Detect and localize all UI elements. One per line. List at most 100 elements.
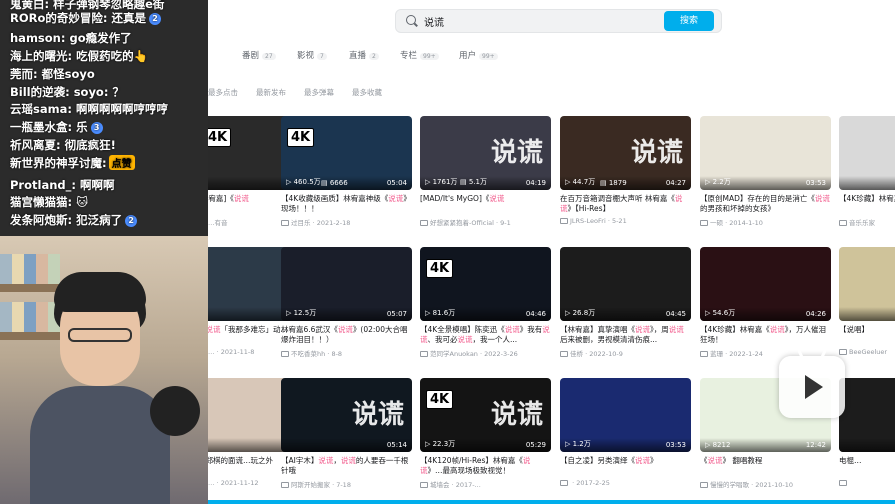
uploader-name[interactable]: 不吃香菜hh · 8-8 (291, 350, 342, 358)
tab-专栏[interactable]: 专栏 99+ (400, 49, 439, 61)
video-title[interactable]: 【林宥嘉】真挚演唱《说谎》，周说谎后来被删，男视模清清伤痕... (560, 325, 691, 345)
video-card[interactable]: 说谎 4K ▷ 22.3万 05:29 【4K120帧/Hi-Res】林宥嘉《说谎》…最… (420, 378, 551, 489)
video-thumbnail[interactable]: ▷ 54.6万 04:26 (700, 247, 831, 321)
video-thumbnail[interactable]: ▷ 12.5万 05:07 (281, 247, 412, 321)
chat-text: Protland_: 啊啊啊 (10, 178, 115, 192)
video-thumbnail[interactable] (839, 116, 895, 190)
video-card[interactable]: 说谎 ▷ 1761万 ▤ 5.1万 04:19 [MAD/It's MyGO]《说谎好想… (420, 116, 551, 227)
tab-影视[interactable]: 影视 7 (297, 49, 327, 61)
4k-badge: 4K (426, 390, 454, 409)
video-thumbnail[interactable]: 说谎 05:14 (281, 378, 412, 452)
video-stats (839, 307, 895, 321)
video-card[interactable]: 4K ▷ 81.6万 04:46 【4K全景模唱】陈奕迅《说谎》我有说谎、我可必说谎，… (420, 247, 551, 358)
video-title[interactable]: 【自之凌】另类演绎《说谎》 (560, 456, 691, 476)
video-thumbnail[interactable]: ▷ 2.2万 03:53 (700, 116, 831, 190)
video-thumbnail[interactable]: 4K ▷ 81.6万 04:46 (420, 247, 551, 321)
uploader-name[interactable]: 蓝珊 · 2022-1-24 (710, 350, 763, 358)
video-title[interactable]: 【原创MAD】存在的目的是消亡《说谎的男孩和坏掉的女孩》 (700, 194, 831, 214)
video-title[interactable]: 《说谎》 翻唱教程 (700, 456, 831, 476)
streamer (30, 266, 170, 504)
video-stats: ▷ 22.3万 05:29 (420, 438, 551, 452)
uploader-icon (560, 480, 568, 486)
uploader-name[interactable]: … · 2021-11-12 (208, 479, 258, 487)
title-keyword: 说谎 (457, 335, 473, 344)
sort-option[interactable]: 最多弹幕 (304, 87, 334, 98)
uploader-icon (700, 220, 708, 226)
uploader-name[interactable]: 范同学Anuokan · 2022-3-26 (430, 350, 518, 358)
video-card[interactable]: 说谎【说唱】 BeeGeeluer (839, 247, 895, 356)
video-title[interactable]: 电棍… (839, 456, 895, 476)
tab-用户[interactable]: 用户 99+ (459, 49, 498, 61)
video-title[interactable]: 林宥嘉6.6武汉《说谎》(02:00大合唱爆炸泪目！！） (281, 325, 412, 345)
tab-count: 99+ (420, 53, 439, 60)
uploader-name[interactable]: 音乐乐家 (849, 219, 875, 227)
video-card[interactable]: ▷ 12.5万 05:07 林宥嘉6.6武汉《说谎》(02:00大合唱爆炸泪目！！）… (281, 247, 412, 358)
uploader-name[interactable]: 阿斯开始搬家 · 7-18 (291, 481, 351, 489)
uploader-name[interactable]: 城墙会 · 2017-... (430, 481, 481, 489)
uploader-name[interactable]: 佳桥 · 2022-10-9 (570, 350, 623, 358)
chat-message: Protland_: 啊啊啊 (10, 177, 114, 193)
bilibili-tv-logo (779, 356, 845, 418)
video-title[interactable]: 【4K120帧/Hi-Res】林宥嘉《说谎》…最高现场极致视觉！ (420, 456, 551, 476)
uploader-icon (420, 351, 428, 357)
video-card[interactable]: 电棍… (839, 378, 895, 487)
thumbnail-title-art: 说谎 (490, 138, 543, 168)
tab-直播[interactable]: 直播 2 (349, 49, 379, 61)
title-text: 【4K全景模唱】陈奕迅《 (420, 325, 505, 334)
title-text: 》 翻唱教程 (722, 456, 763, 465)
video-title[interactable]: 【4K全景模唱】陈奕迅《说谎》我有说谎、我可必说谎，我一个人... (420, 325, 551, 345)
search-query: 说谎 (424, 18, 444, 29)
uploader-name[interactable]: · 2017-2-25 (570, 479, 610, 487)
uploader-name[interactable]: 一硕 · 2014-1-10 (710, 219, 763, 227)
video-thumbnail[interactable]: 说谎 ▷ 1761万 ▤ 5.1万 04:19 (420, 116, 551, 190)
video-title[interactable]: [MAD/It's MyGO]《说谎 (420, 194, 551, 214)
video-thumbnail[interactable]: 说谎 (839, 247, 895, 321)
video-title[interactable]: 【4K珍藏】林宥嘉《说谎》 (839, 194, 895, 214)
thumbnail-title-art: 说谎 (630, 138, 683, 168)
tab-番剧[interactable]: 番剧 27 (242, 49, 276, 61)
video-title[interactable]: 【4K珍藏】林宥嘉《说谎》，万人催泪狂场！ (700, 325, 831, 345)
video-thumbnail[interactable]: ▷ 26.8万 04:45 (560, 247, 691, 321)
video-thumbnail[interactable]: 说谎 ▷ 44.7万 ▤ 1879 04:27 (560, 116, 691, 190)
chat-text: 云瑶sama: 啊啊啊啊啊哼哼哼 (10, 102, 168, 116)
title-text: 在百万音箱调音棚大声听 林宥嘉《 (560, 194, 675, 203)
chat-text: 一瓶墨水盒: 乐 (10, 120, 88, 134)
video-card[interactable]: ▷ 54.6万 04:26 【4K珍藏】林宥嘉《说谎》，万人催泪狂场！ 蓝珊 · 20… (700, 247, 831, 358)
video-card[interactable]: ▷ 1.2万 03:53 【自之凌】另类演绎《说谎》 · 2017-2-25 (560, 378, 691, 487)
video-stats (839, 438, 895, 452)
video-thumbnail[interactable] (839, 378, 895, 452)
video-title[interactable]: 【4K收藏级画质】林宥嘉神级《说谎》现场！！！ (281, 194, 412, 214)
uploader-name[interactable]: … · 2021-11-8 (208, 348, 254, 356)
tab-label: 用户 (459, 51, 477, 61)
title-text: 》我有 (519, 325, 543, 334)
video-stats: ▷ 2.2万 03:53 (700, 176, 831, 190)
duration: 04:45 (665, 310, 686, 318)
video-thumbnail[interactable]: 4K ▷ 460.5万 ▤ 6666 05:04 (281, 116, 412, 190)
uploader-name[interactable]: …有音 (208, 219, 228, 227)
uploader-name[interactable]: 慢慢的学唱歌 · 2021-10-10 (710, 481, 793, 489)
video-card[interactable]: ▷ 26.8万 04:45 【林宥嘉】真挚演唱《说谎》，周说谎后来被删，男视模清清伤… (560, 247, 691, 358)
search-button[interactable]: 搜索 (664, 11, 714, 31)
uploader-name[interactable]: BeeGeeluer (849, 348, 887, 356)
sort-option[interactable]: 最新发布 (256, 87, 286, 98)
video-card[interactable]: ▷ 2.2万 03:53 【原创MAD】存在的目的是消亡《说谎的男孩和坏掉的女孩》一… (700, 116, 831, 227)
duration: 03:53 (665, 441, 686, 449)
video-card[interactable]: 说谎 05:14 【AI宇木】说谎，说谎的人要吞一千根针哦阿斯开始搬家 · 7-18 (281, 378, 412, 489)
video-title[interactable]: 【AI宇木】说谎，说谎的人要吞一千根针哦 (281, 456, 412, 476)
video-card[interactable]: 4K ▷ 460.5万 ▤ 6666 05:04 【4K收藏级画质】林宥嘉神级《说谎》现… (281, 116, 412, 227)
video-title[interactable]: 【说唱】 (839, 325, 895, 345)
sort-option[interactable]: 最多收藏 (352, 87, 382, 98)
video-card[interactable]: 【4K珍藏】林宥嘉《说谎》音乐乐家 (839, 116, 895, 227)
sort-option[interactable]: 最多点击 (208, 87, 238, 98)
uploader-icon (839, 220, 847, 226)
video-thumbnail[interactable]: 说谎 4K ▷ 22.3万 05:29 (420, 378, 551, 452)
video-thumbnail[interactable]: ▷ 1.2万 03:53 (560, 378, 691, 452)
title-keyword: 说谎 (340, 456, 356, 465)
uploader-name[interactable]: 好想紧紧抱着-Official · 9-1 (430, 219, 511, 227)
chat-message: RORo的奇妙冒险: 还真是 2 (10, 10, 161, 26)
video-title[interactable]: 在百万音箱调音棚大声听 林宥嘉《说谎》【Hi-Res】 (560, 194, 691, 214)
video-card[interactable]: 说谎 ▷ 44.7万 ▤ 1879 04:27 在百万音箱调音棚大声听 林宥嘉《说谎》【… (560, 116, 691, 225)
uploader-name[interactable]: JLRS-LeoFri · 5-21 (570, 217, 627, 225)
uploader-name[interactable]: 过目乐 · 2021-2-18 (291, 219, 350, 227)
uploader-icon (560, 351, 568, 357)
